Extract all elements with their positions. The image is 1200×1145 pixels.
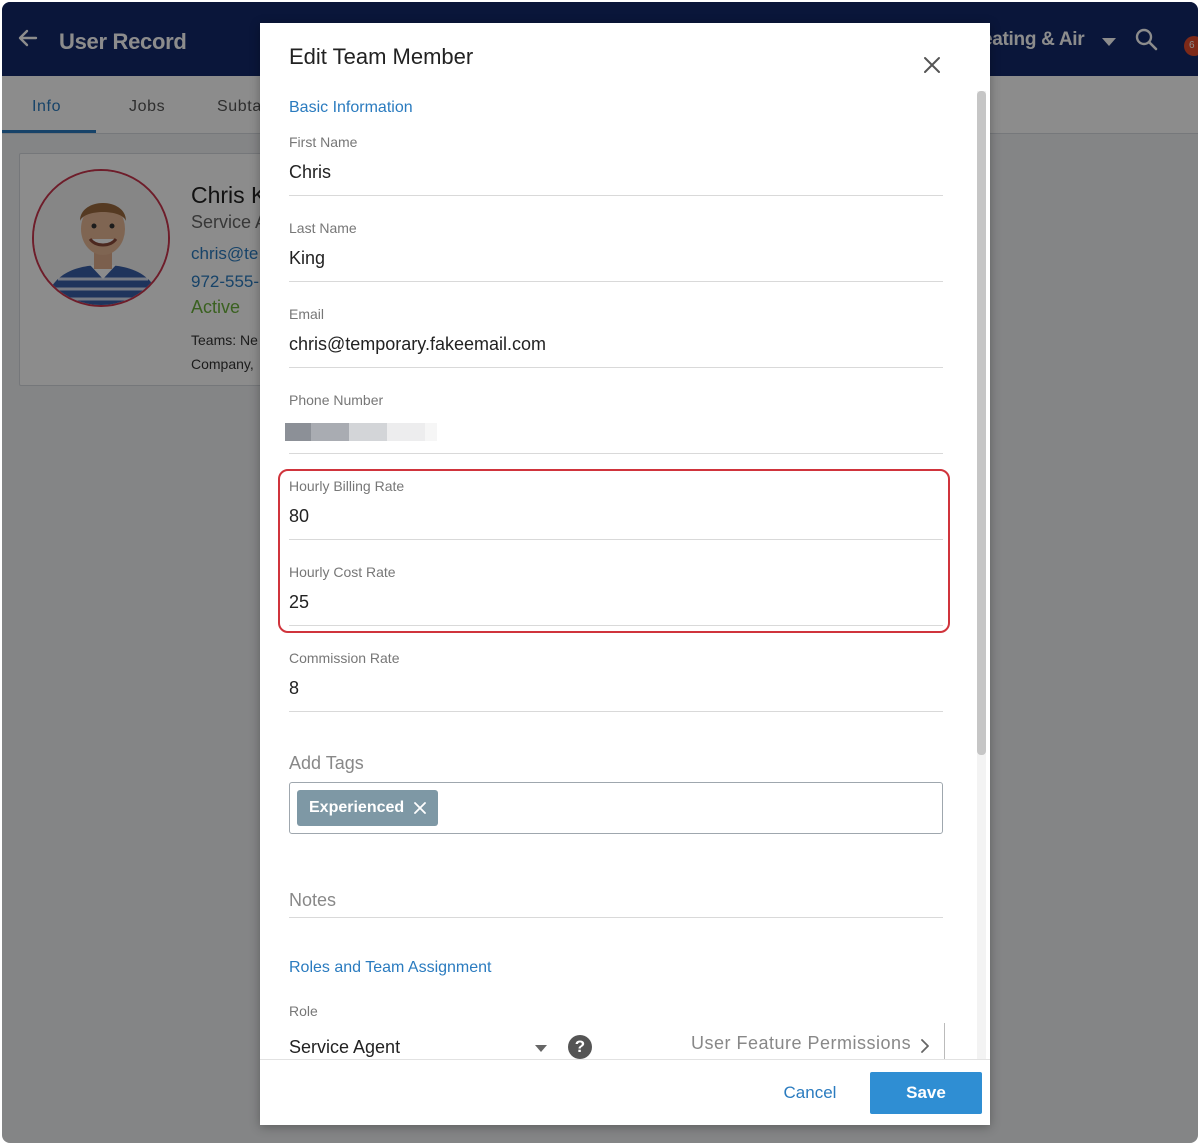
app-window: User Record eating & Air 6 Info Jobs Sub… [2,2,1198,1143]
field-underline [289,453,943,454]
close-icon[interactable] [922,55,942,75]
edit-team-member-dialog: Edit Team Member Basic Information First… [260,23,990,1125]
field-underline [289,195,943,196]
dialog-title: Edit Team Member [289,44,474,69]
help-icon[interactable]: ? [568,1035,592,1059]
phone-number-redacted[interactable] [285,423,437,441]
email-field[interactable]: Email chris@temporary.fakeemail.com [289,306,943,368]
tag-chip[interactable]: Experienced [297,790,439,826]
field-label: Phone Number [289,392,384,408]
role-value: Service Agent [289,1037,401,1057]
user-feature-permissions-link[interactable]: User Feature Permissions [691,1033,911,1054]
first-name-field[interactable]: First Name Chris [289,134,943,196]
chevron-right-icon[interactable] [920,1039,930,1053]
tags-input[interactable]: Experienced [289,782,943,834]
last-name-field[interactable]: Last Name King [289,220,943,282]
field-label: Email [289,306,325,322]
field-underline [289,367,943,368]
commission-rate-input[interactable]: 8 [289,678,299,699]
section-basic-information: Basic Information [289,99,413,116]
phone-number-field[interactable]: Phone Number [285,392,943,454]
field-underline [289,711,943,712]
field-label: First Name [289,134,358,150]
dialog-footer: Cancel Save [260,1059,990,1125]
highlight-annotation [278,469,950,633]
tag-label: Experienced [309,799,405,816]
first-name-input[interactable]: Chris [289,162,331,183]
notes-underline [289,917,943,918]
field-label: Commission Rate [289,650,400,666]
role-label: Role [289,1003,318,1019]
field-label: Last Name [289,220,357,236]
field-underline [289,281,943,282]
section-roles-team-assignment: Roles and Team Assignment [289,959,492,976]
divider [944,1023,945,1063]
commission-rate-field[interactable]: Commission Rate 8 [289,650,943,712]
caret-down-icon[interactable] [535,1045,547,1052]
notes-field[interactable]: Notes [289,890,336,911]
email-input[interactable]: chris@temporary.fakeemail.com [289,334,546,355]
save-button[interactable]: Save [870,1072,982,1114]
last-name-input[interactable]: King [289,248,325,269]
add-tags-label: Add Tags [289,753,364,773]
cancel-button[interactable]: Cancel [765,1072,855,1114]
scrollbar-thumb[interactable] [977,91,986,755]
close-icon[interactable] [414,802,427,814]
